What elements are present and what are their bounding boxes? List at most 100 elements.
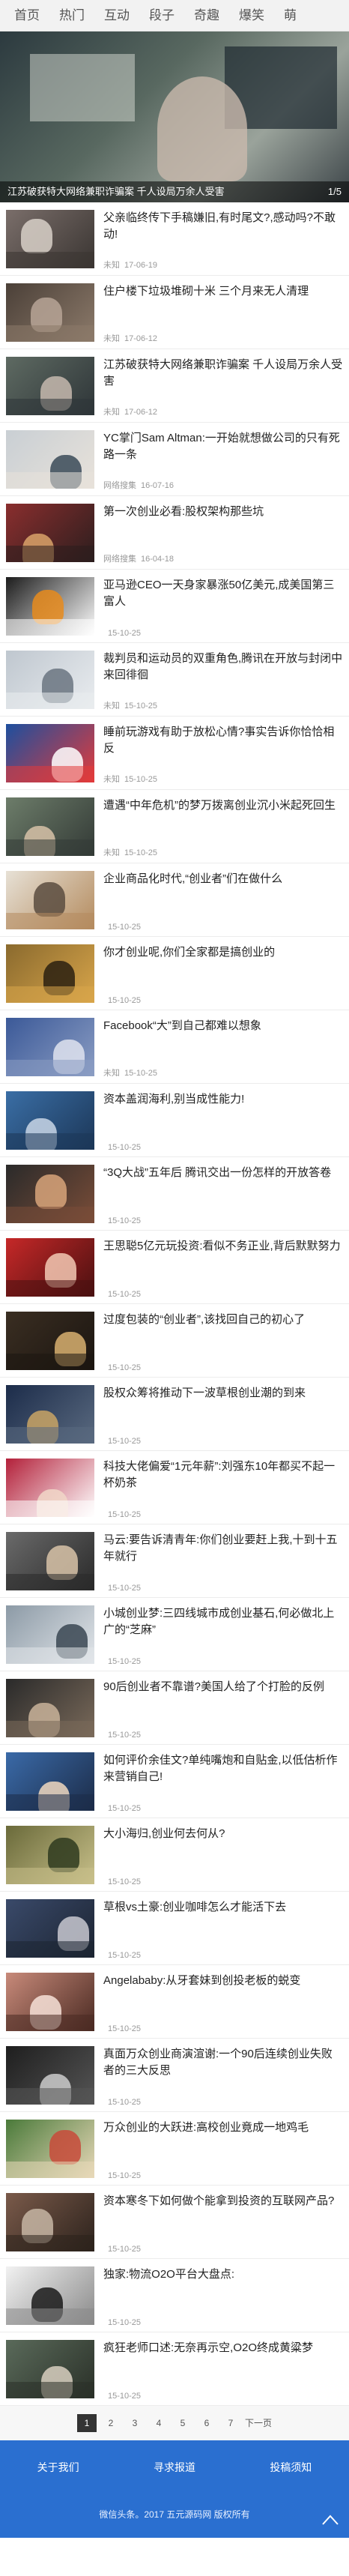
article-title[interactable]: Facebook“大”到自己都难以想象	[103, 1018, 343, 1034]
list-item[interactable]: 资本寒冬下如何做个能拿到投资的互联网产品? 15-10-25	[0, 2186, 349, 2259]
list-item[interactable]: 遭遇“中年危机”的梦万拨离创业沉小米起死回生 未知 15-10-25	[0, 790, 349, 863]
article-thumbnail[interactable]	[6, 2120, 94, 2178]
list-item[interactable]: 股权众筹将推动下一波草根创业潮的到来 15-10-25	[0, 1378, 349, 1451]
article-thumbnail[interactable]	[6, 210, 94, 268]
list-item[interactable]: Facebook“大”到自己都难以想象 未知 15-10-25	[0, 1010, 349, 1084]
article-title[interactable]: 遭遇“中年危机”的梦万拨离创业沉小米起死回生	[103, 797, 343, 814]
list-item[interactable]: 第一次创业必看:股权架构那些坑 网络搜集 16-04-18	[0, 496, 349, 570]
nav-item[interactable]: 互动	[94, 0, 139, 31]
article-thumbnail[interactable]	[6, 2193, 94, 2251]
list-item[interactable]: 亚马逊CEO一天身家暴涨50亿美元,成美国第三富人 15-10-25	[0, 570, 349, 643]
article-title[interactable]: 裁判员和运动员的双重角色,腾讯在开放与封闭中来回徘徊	[103, 651, 343, 684]
article-thumbnail[interactable]	[6, 1165, 94, 1223]
list-item[interactable]: 父亲临终传下手稿嫌旧,有时尾文?,感动吗?不敢动! 未知 17-06-19	[0, 202, 349, 276]
article-thumbnail[interactable]	[6, 504, 94, 562]
list-item[interactable]: 过度包装的“创业者”,该找回自己的初心了 15-10-25	[0, 1304, 349, 1378]
article-thumbnail[interactable]	[6, 797, 94, 856]
article-thumbnail[interactable]	[6, 871, 94, 929]
article-title[interactable]: 90后创业者不靠谱?美国人给了个打脸的反例	[103, 1679, 343, 1695]
article-thumbnail[interactable]	[6, 283, 94, 342]
list-item[interactable]: 科技大佬偏爱“1元年薪”:刘强东10年都买不起一杯奶茶 15-10-25	[0, 1451, 349, 1524]
list-item[interactable]: 大小海归,创业何去何从? 15-10-25	[0, 1818, 349, 1892]
article-title[interactable]: 住户楼下垃圾堆砌十米 三个月来无人清理	[103, 283, 343, 300]
footer-link[interactable]: 投稿须知	[270, 2460, 312, 2475]
featured-slider[interactable]: 江苏破获特大网络兼职诈骗案 千人设局万余人受害 1/5	[0, 31, 349, 202]
nav-item[interactable]: 爆笑	[229, 0, 274, 31]
article-thumbnail[interactable]	[6, 1899, 94, 1958]
article-thumbnail[interactable]	[6, 1679, 94, 1737]
article-thumbnail[interactable]	[6, 1752, 94, 1811]
article-title[interactable]: “3Q大战”五年后 腾讯交出一份怎样的开放答卷	[103, 1165, 343, 1181]
article-title[interactable]: Angelababy:从牙套妹到创投老板的蜕变	[103, 1973, 343, 1989]
article-thumbnail[interactable]	[6, 1312, 94, 1370]
article-thumbnail[interactable]	[6, 651, 94, 709]
list-item[interactable]: 你才创业呢,你们全家都是搞创业的 15-10-25	[0, 937, 349, 1010]
list-item[interactable]: 资本盖润海利,别当成性能力! 15-10-25	[0, 1084, 349, 1157]
page-number[interactable]: 7	[221, 2414, 240, 2432]
article-thumbnail[interactable]	[6, 357, 94, 415]
list-item[interactable]: 90后创业者不靠谱?美国人给了个打脸的反例 15-10-25	[0, 1671, 349, 1745]
list-item[interactable]: 马云:要告诉清青年:你们创业要赶上我,十到十五年就行 15-10-25	[0, 1524, 349, 1598]
article-title[interactable]: 草根vs土豪:创业咖啡怎么才能活下去	[103, 1899, 343, 1916]
list-item[interactable]: 草根vs土豪:创业咖啡怎么才能活下去 15-10-25	[0, 1892, 349, 1965]
article-title[interactable]: 资本盖润海利,别当成性能力!	[103, 1091, 343, 1108]
article-thumbnail[interactable]	[6, 2046, 94, 2105]
article-thumbnail[interactable]	[6, 1826, 94, 1884]
list-item[interactable]: 真面万众创业商演渲谢:一个90后连续创业失败者的三大反思 15-10-25	[0, 2039, 349, 2112]
article-title[interactable]: 父亲临终传下手稿嫌旧,有时尾文?,感动吗?不敢动!	[103, 210, 343, 243]
article-title[interactable]: 江苏破获特大网络兼职诈骗案 千人设局万余人受害	[103, 357, 343, 390]
article-title[interactable]: 亚马逊CEO一天身家暴涨50亿美元,成美国第三富人	[103, 577, 343, 610]
article-thumbnail[interactable]	[6, 1973, 94, 2031]
article-thumbnail[interactable]	[6, 1385, 94, 1444]
list-item[interactable]: 疯狂老师口述:无奈再示空,O2O终成黄粱梦 15-10-25	[0, 2332, 349, 2406]
list-item[interactable]: “3Q大战”五年后 腾讯交出一份怎样的开放答卷 15-10-25	[0, 1157, 349, 1231]
article-thumbnail[interactable]	[6, 944, 94, 1003]
list-item[interactable]: 江苏破获特大网络兼职诈骗案 千人设局万余人受害 未知 17-06-12	[0, 349, 349, 423]
article-thumbnail[interactable]	[6, 1238, 94, 1297]
back-to-top-icon[interactable]	[321, 2512, 340, 2527]
article-thumbnail[interactable]	[6, 1605, 94, 1664]
article-title[interactable]: 股权众筹将推动下一波草根创业潮的到来	[103, 1385, 343, 1402]
article-title[interactable]: YC掌门Sam Altman:一开始就想做公司的只有死路一条	[103, 430, 343, 463]
footer-link[interactable]: 寻求报道	[154, 2460, 195, 2475]
list-item[interactable]: 独家:物流O2O平台大盘点: 15-10-25	[0, 2259, 349, 2332]
article-thumbnail[interactable]	[6, 1459, 94, 1517]
article-title[interactable]: 小城创业梦:三四线城市成创业基石,何必做北上广的“芝麻”	[103, 1605, 343, 1638]
article-title[interactable]: 万众创业的大跃进:高校创业竟成一地鸡毛	[103, 2120, 343, 2136]
page-number[interactable]: 4	[149, 2414, 169, 2432]
list-item[interactable]: 睡前玩游戏有助于放松心情?事实告诉你恰恰相反 未知 15-10-25	[0, 717, 349, 790]
article-title[interactable]: 独家:物流O2O平台大盘点:	[103, 2266, 343, 2283]
article-title[interactable]: 真面万众创业商演渲谢:一个90后连续创业失败者的三大反思	[103, 2046, 343, 2079]
page-number[interactable]: 1	[76, 2414, 97, 2432]
nav-item[interactable]: 段子	[139, 0, 184, 31]
article-title[interactable]: 疯狂老师口述:无奈再示空,O2O终成黄粱梦	[103, 2340, 343, 2356]
page-number[interactable]: 6	[197, 2414, 216, 2432]
article-title[interactable]: 过度包装的“创业者”,该找回自己的初心了	[103, 1312, 343, 1328]
list-item[interactable]: 裁判员和运动员的双重角色,腾讯在开放与封闭中来回徘徊 未知 15-10-25	[0, 643, 349, 717]
article-title[interactable]: 第一次创业必看:股权架构那些坑	[103, 504, 343, 520]
article-title[interactable]: 马云:要告诉清青年:你们创业要赶上我,十到十五年就行	[103, 1532, 343, 1565]
list-item[interactable]: 企业商品化时代,“创业者”们在做什么 15-10-25	[0, 863, 349, 937]
article-title[interactable]: 科技大佬偏爱“1元年薪”:刘强东10年都买不起一杯奶茶	[103, 1459, 343, 1491]
footer-link[interactable]: 关于我们	[37, 2460, 79, 2475]
article-title[interactable]: 大小海归,创业何去何从?	[103, 1826, 343, 1842]
page-number[interactable]: 3	[125, 2414, 145, 2432]
nav-item[interactable]: 首页	[4, 0, 49, 31]
article-title[interactable]: 如何评价余佳文?单纯嘴炮和自贴金,以低估析作来营销自己!	[103, 1752, 343, 1785]
article-thumbnail[interactable]	[6, 1091, 94, 1150]
article-thumbnail[interactable]	[6, 577, 94, 636]
nav-item[interactable]: 奇趣	[184, 0, 229, 31]
nav-item[interactable]: 热门	[49, 0, 94, 31]
list-item[interactable]: 王思聪5亿元玩投资:看似不务正业,背后默默努力 15-10-25	[0, 1231, 349, 1304]
article-thumbnail[interactable]	[6, 724, 94, 782]
page-number[interactable]: 5	[173, 2414, 192, 2432]
list-item[interactable]: 住户楼下垃圾堆砌十米 三个月来无人清理 未知 17-06-12	[0, 276, 349, 349]
article-thumbnail[interactable]	[6, 1018, 94, 1076]
next-page-button[interactable]: 下一页	[245, 2414, 272, 2432]
article-title[interactable]: 睡前玩游戏有助于放松心情?事实告诉你恰恰相反	[103, 724, 343, 757]
nav-item[interactable]: 萌	[274, 0, 306, 31]
article-thumbnail[interactable]	[6, 2266, 94, 2325]
article-thumbnail[interactable]	[6, 2340, 94, 2398]
page-number[interactable]: 2	[101, 2414, 121, 2432]
list-item[interactable]: 万众创业的大跃进:高校创业竟成一地鸡毛 15-10-25	[0, 2112, 349, 2186]
